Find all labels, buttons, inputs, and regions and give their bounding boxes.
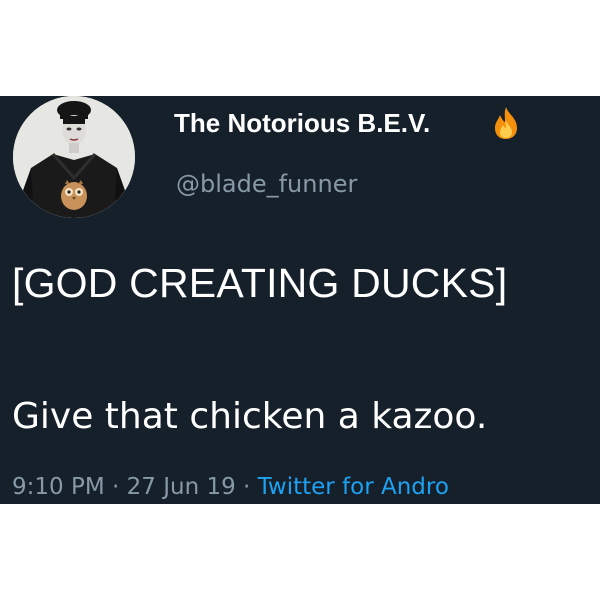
display-name[interactable]: The Notorious B.E.V. bbox=[174, 108, 430, 139]
tweet-source-link[interactable]: Twitter for Andro bbox=[258, 474, 449, 500]
tweet-text-line-1: [GOD CREATING DUCKS] bbox=[12, 260, 508, 306]
avatar[interactable] bbox=[13, 96, 135, 218]
tweet-meta: 9:10 PM · 27 Jun 19 · Twitter for Andro bbox=[12, 474, 449, 500]
tweet-card: The Notorious B.E.V. @blade_funner [GOD … bbox=[0, 96, 600, 504]
user-handle[interactable]: @blade_funner bbox=[176, 170, 357, 198]
avatar-image bbox=[13, 96, 135, 218]
fire-icon bbox=[490, 106, 522, 140]
tweet-text-line-2: Give that chicken a kazoo. bbox=[12, 396, 488, 437]
tweet-time[interactable]: 9:10 PM bbox=[12, 474, 105, 500]
tweet-date[interactable]: 27 Jun 19 bbox=[127, 474, 236, 500]
page: The Notorious B.E.V. @blade_funner [GOD … bbox=[0, 0, 600, 600]
meta-separator: · bbox=[112, 474, 120, 500]
meta-separator: · bbox=[243, 474, 251, 500]
